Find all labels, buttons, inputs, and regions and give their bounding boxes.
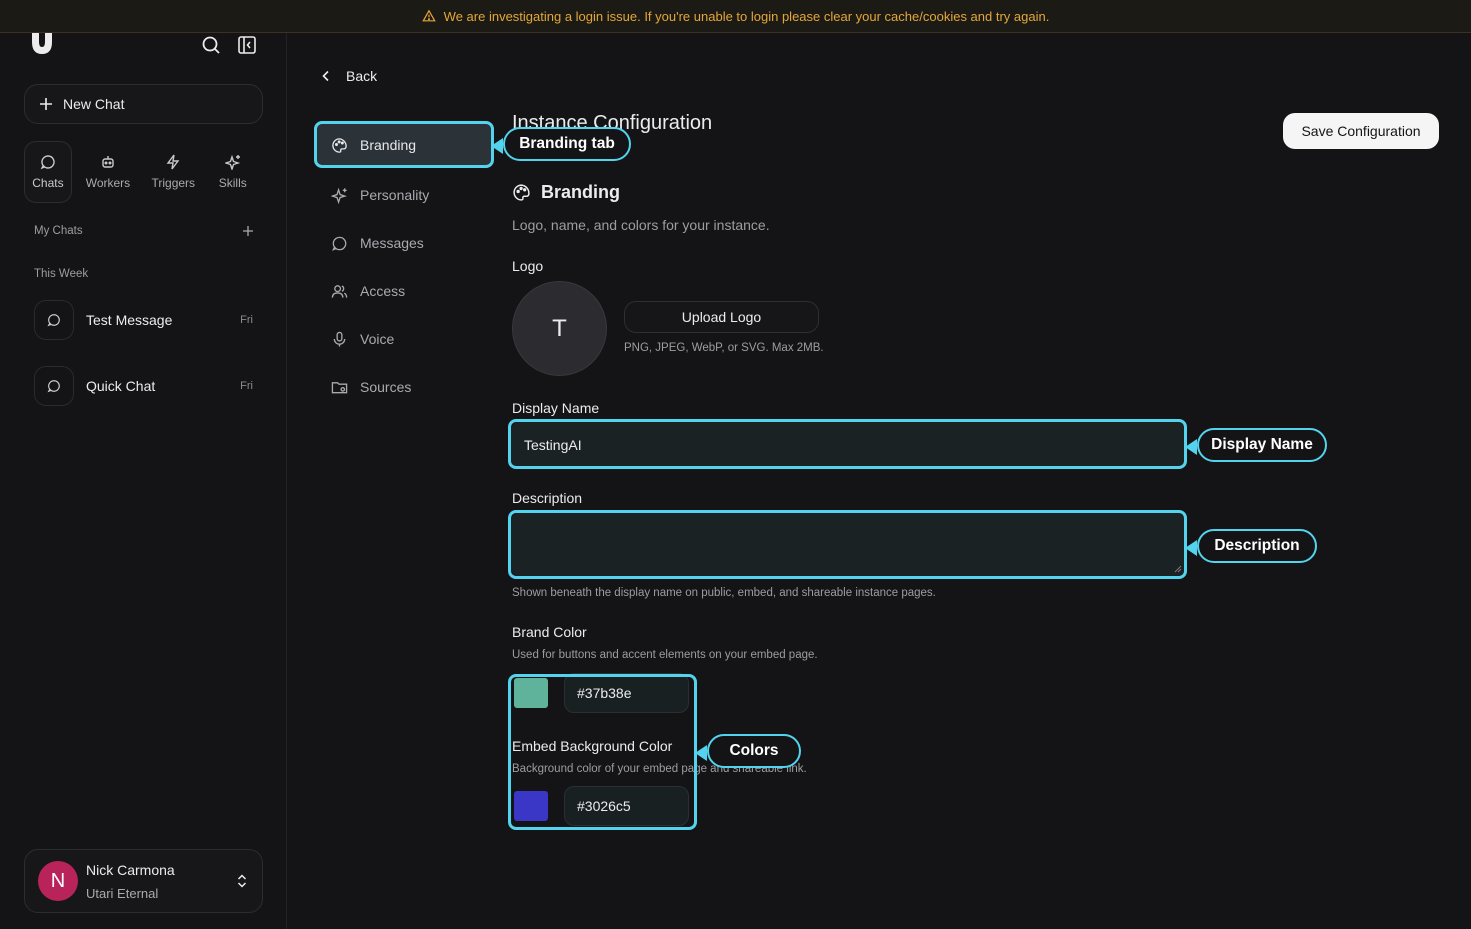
palette-icon <box>513 184 530 201</box>
tab-triggers[interactable]: Triggers <box>144 141 203 203</box>
tab-sources[interactable]: Sources <box>316 366 492 408</box>
search-icon[interactable] <box>201 35 221 55</box>
chat-bubble-icon <box>47 314 60 327</box>
upload-hint: PNG, JPEG, WebP, or SVG. Max 2MB. <box>624 342 824 354</box>
chat-item[interactable]: Quick Chat Fri <box>34 366 256 406</box>
robot-icon <box>102 156 114 168</box>
tab-branding[interactable]: Branding <box>316 124 492 166</box>
collapse-sidebar-icon[interactable] <box>237 35 257 55</box>
chevron-up-down-icon <box>237 874 247 888</box>
tab-chats[interactable]: Chats <box>24 141 72 203</box>
embed-bg-input[interactable]: #3026c5 <box>564 786 689 826</box>
tab-skills[interactable]: Skills <box>203 141 263 203</box>
save-configuration-button[interactable]: Save Configuration <box>1283 113 1439 149</box>
plus-icon <box>40 98 52 110</box>
logo-preview: T <box>512 281 607 376</box>
description-hint: Shown beneath the display name on public… <box>512 587 936 599</box>
chat-title: Test Message <box>86 312 173 328</box>
new-chat-label: New Chat <box>63 96 125 112</box>
embed-bg-swatch[interactable] <box>514 791 548 821</box>
logo-label: Logo <box>512 258 544 274</box>
palette-icon <box>332 137 347 153</box>
tab-access[interactable]: Access <box>316 270 492 312</box>
tab-workers[interactable]: Workers <box>72 141 144 203</box>
display-name-input[interactable]: TestingAI <box>511 422 1185 467</box>
chat-date: Fri <box>240 314 253 326</box>
section-header: Branding <box>512 182 620 203</box>
back-label: Back <box>346 68 378 84</box>
embed-bg-label: Embed Background Color <box>512 738 673 754</box>
warning-icon <box>421 9 436 22</box>
resize-handle-icon[interactable] <box>1174 565 1182 573</box>
section-description: Logo, name, and colors for your instance… <box>512 217 770 233</box>
sparkles-icon <box>331 187 347 204</box>
add-chat-icon[interactable] <box>240 223 256 239</box>
display-name-label: Display Name <box>512 400 600 416</box>
callout-branding-tab: Branding tab <box>491 127 631 161</box>
chevron-left-icon <box>322 70 329 82</box>
my-chats-label: My Chats <box>34 225 83 237</box>
brand-color-hint: Used for buttons and accent elements on … <box>512 649 818 661</box>
login-issue-banner: We are investigating a login issue. If y… <box>0 0 1471 33</box>
microphone-icon <box>333 331 346 347</box>
brand-color-swatch[interactable] <box>514 678 548 708</box>
callout-colors: Colors <box>695 734 801 768</box>
brand-color-label: Brand Color <box>512 624 587 640</box>
tab-messages[interactable]: Messages <box>316 222 492 264</box>
users-icon <box>331 284 348 298</box>
chat-bubble-icon <box>47 380 60 393</box>
this-week-label: This Week <box>34 268 89 280</box>
brand-color-input[interactable]: #37b38e <box>564 673 689 713</box>
tab-personality[interactable]: Personality <box>316 174 492 216</box>
upload-logo-button[interactable]: Upload Logo <box>624 301 819 333</box>
app-logo-icon[interactable] <box>30 33 54 55</box>
chat-bubble-icon <box>332 236 347 251</box>
callout-description: Description <box>1185 529 1317 563</box>
user-name: Nick Carmona <box>86 862 175 878</box>
chat-item[interactable]: Test Message Fri <box>34 300 256 340</box>
avatar: N <box>38 861 78 901</box>
back-button[interactable]: Back <box>320 68 377 84</box>
banner-text: We are investigating a login issue. If y… <box>443 8 1050 24</box>
folder-icon <box>331 381 348 393</box>
sidebar-tabs: Chats Workers Triggers Skills <box>24 141 263 203</box>
lightning-icon <box>166 154 180 170</box>
tab-voice[interactable]: Voice <box>316 318 492 360</box>
callout-display-name: Display Name <box>1185 428 1327 462</box>
user-menu-button[interactable]: N Nick Carmona Utari Eternal <box>24 849 263 913</box>
section-title: Branding <box>541 182 620 202</box>
description-textarea[interactable] <box>511 513 1185 576</box>
description-label: Description <box>512 490 583 506</box>
user-org: Utari Eternal <box>86 886 159 901</box>
sparkles-icon <box>224 154 240 170</box>
chat-date: Fri <box>240 380 253 392</box>
chat-bubble-icon <box>40 155 55 170</box>
new-chat-button[interactable]: New Chat <box>24 84 263 124</box>
sidebar: New Chat Chats Workers Triggers Skills M… <box>0 33 287 929</box>
chat-title: Quick Chat <box>86 378 156 394</box>
